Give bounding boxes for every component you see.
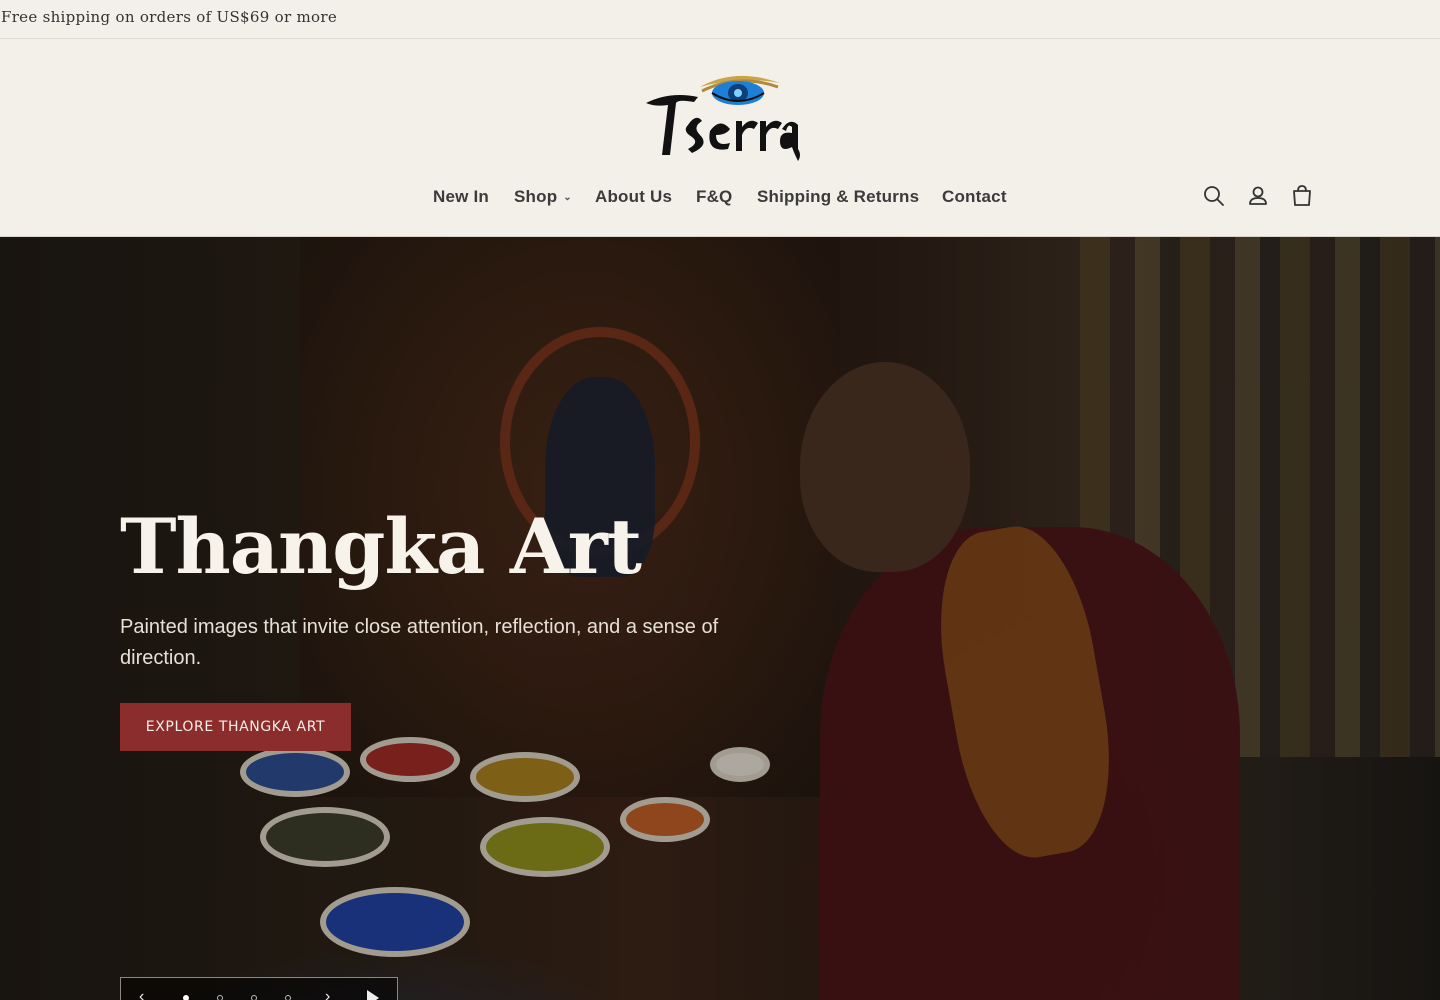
- account-icon: [1249, 186, 1267, 205]
- nav-about-us[interactable]: About Us: [595, 187, 672, 207]
- slide-dot[interactable]: [217, 995, 223, 1000]
- hero-slideshow: Thangka Art Painted images that invite c…: [0, 237, 1440, 1000]
- search-icon: [1204, 186, 1224, 206]
- account-button[interactable]: [1245, 183, 1271, 209]
- announcement-text: Free shipping on orders of US$69 or more: [1, 8, 338, 26]
- site-header: New In Shop ⌄ About Us F&Q Shipping & Ret…: [0, 39, 1440, 237]
- chevron-right-icon[interactable]: ›: [325, 988, 330, 1000]
- logo-image: [646, 75, 800, 161]
- slide-dot[interactable]: [251, 995, 257, 1000]
- play-icon[interactable]: [367, 990, 379, 1000]
- site-logo[interactable]: [640, 69, 805, 164]
- nav-new-in[interactable]: New In: [433, 187, 489, 207]
- announcement-bar: Free shipping on orders of US$69 or more: [0, 0, 1440, 39]
- nav-shop-label: Shop: [514, 187, 558, 206]
- search-button[interactable]: [1201, 183, 1227, 209]
- nav-shipping-returns[interactable]: Shipping & Returns: [757, 187, 919, 207]
- chevron-down-icon: ⌄: [563, 192, 572, 204]
- slideshow-controls: ‹ ›: [120, 977, 398, 1000]
- slide-dot[interactable]: [285, 995, 291, 1000]
- hero-title: Thangka Art: [120, 502, 642, 591]
- nav-contact[interactable]: Contact: [942, 187, 1007, 207]
- cart-icon: [1293, 185, 1311, 206]
- slide-dot[interactable]: [183, 995, 189, 1000]
- explore-thangka-art-button[interactable]: EXPLORE THANGKA ART: [120, 703, 351, 751]
- nav-fq[interactable]: F&Q: [696, 187, 732, 207]
- hero-subtitle: Painted images that invite close attenti…: [120, 616, 719, 669]
- chevron-left-icon[interactable]: ‹: [139, 988, 144, 1000]
- cart-button[interactable]: [1289, 183, 1315, 209]
- nav-shop[interactable]: Shop ⌄: [514, 187, 572, 207]
